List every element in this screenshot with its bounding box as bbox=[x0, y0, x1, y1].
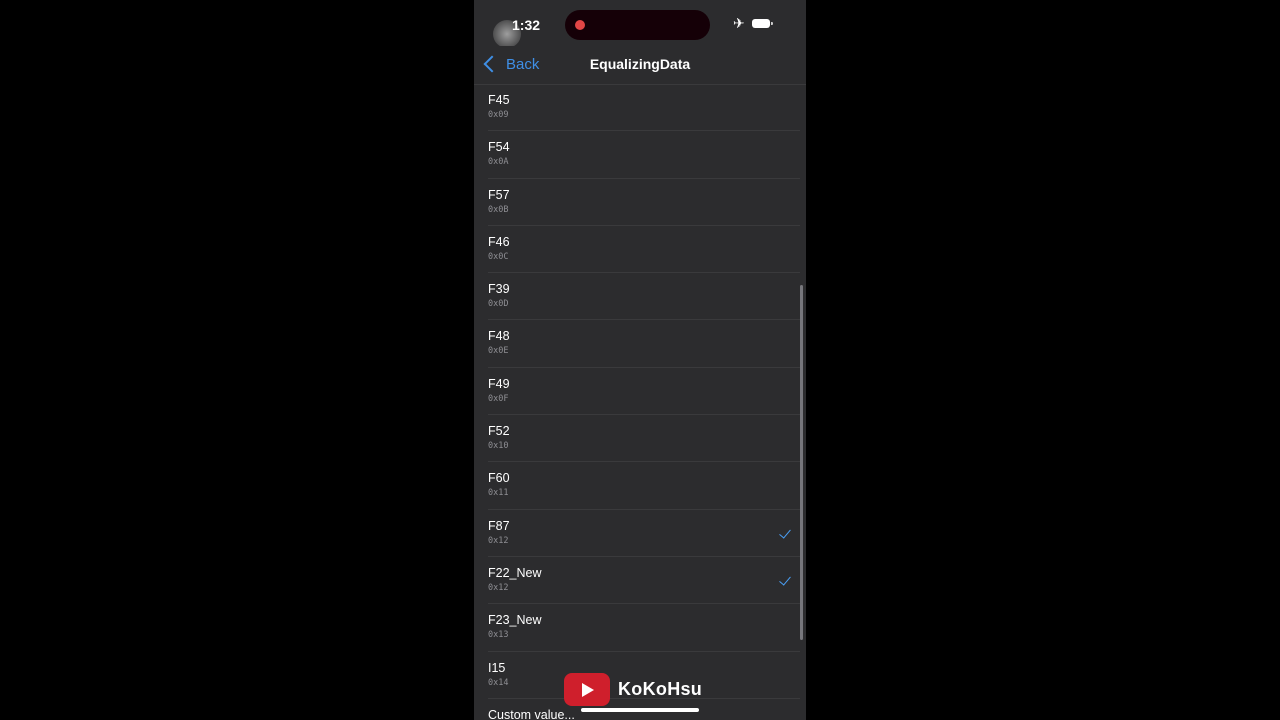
airplane-icon: ✈ bbox=[733, 15, 745, 31]
custom-value-row[interactable]: Custom value... bbox=[488, 708, 575, 720]
option-list: F45 0x09 F54 0x0A F57 0x0B F46 0x0C F39 0x0D F48 0x… bbox=[474, 84, 806, 699]
list-item[interactable]: F49 0x0F bbox=[474, 368, 806, 416]
checkmark-icon bbox=[779, 526, 791, 539]
list-item-title: F60 bbox=[488, 471, 510, 486]
list-item-title: F23_New bbox=[488, 613, 542, 628]
list-item[interactable]: F39 0x0D bbox=[474, 273, 806, 321]
list-item-title: F52 bbox=[488, 424, 510, 439]
list-item-title: F54 bbox=[488, 140, 510, 155]
list-item-code: 0x11 bbox=[488, 488, 509, 499]
list-item-title: F87 bbox=[488, 518, 510, 533]
list-item[interactable]: F23_New 0x13 bbox=[474, 604, 806, 652]
list-item-code: 0x13 bbox=[488, 630, 509, 641]
list-item-title: F48 bbox=[488, 329, 510, 344]
status-bar: 1:32 ✈ bbox=[474, 0, 806, 48]
list-item[interactable]: F48 0x0E bbox=[474, 320, 806, 368]
list-item-title: F39 bbox=[488, 282, 510, 297]
list-item-code: 0x0B bbox=[488, 204, 509, 215]
list-item[interactable]: F54 0x0A bbox=[474, 131, 806, 179]
list-item[interactable]: F52 0x10 bbox=[474, 415, 806, 463]
page-title: EqualizingData bbox=[589, 56, 691, 72]
home-indicator[interactable] bbox=[581, 708, 699, 712]
list-item-title: F49 bbox=[488, 376, 510, 391]
list-item[interactable]: F22_New 0x12 bbox=[474, 557, 806, 605]
list-item-code: 0x12 bbox=[488, 535, 509, 546]
battery-icon bbox=[752, 19, 773, 28]
list-item[interactable]: F57 0x0B bbox=[474, 179, 806, 226]
channel-watermark: KoKoHsu bbox=[564, 672, 702, 706]
list-item-code: 0x12 bbox=[488, 582, 509, 593]
status-time: 1:32 bbox=[512, 17, 541, 33]
list-item-title: F22_New bbox=[488, 565, 542, 580]
list-item-code: 0x09 bbox=[488, 110, 509, 120]
list-item-code: 0x0C bbox=[488, 251, 509, 262]
checkmark-icon bbox=[779, 573, 791, 586]
list-item-code: 0x0A bbox=[488, 157, 509, 168]
list-item-code: 0x10 bbox=[488, 441, 509, 452]
recording-dot-icon bbox=[575, 20, 585, 30]
scrollbar[interactable] bbox=[800, 285, 803, 640]
list-item[interactable]: F60 0x11 bbox=[474, 462, 806, 510]
list-item[interactable]: F46 0x0C bbox=[474, 226, 806, 274]
list-item-title: F46 bbox=[488, 234, 510, 249]
watermark-text: KoKoHsu bbox=[618, 678, 703, 699]
list-item[interactable]: F45 0x09 bbox=[474, 84, 806, 132]
list-item-title: F45 bbox=[488, 93, 510, 107]
list-item-code: 0x0F bbox=[488, 393, 509, 404]
navigation-bar: Back EqualizingData bbox=[474, 46, 806, 85]
list-item-code: 0x0E bbox=[488, 346, 509, 357]
list-item-code: 0x14 bbox=[488, 677, 509, 688]
list-item-title: F57 bbox=[488, 187, 510, 202]
list-item-title: I15 bbox=[488, 660, 506, 675]
dynamic-island bbox=[565, 10, 710, 40]
youtube-logo-icon bbox=[564, 672, 610, 706]
phone-screen: 1:32 ✈ Back EqualizingData F45 0x09 F54 0x0… bbox=[474, 0, 806, 720]
list-item[interactable]: F87 0x12 bbox=[474, 510, 806, 557]
list-item-code: 0x0D bbox=[488, 299, 509, 310]
